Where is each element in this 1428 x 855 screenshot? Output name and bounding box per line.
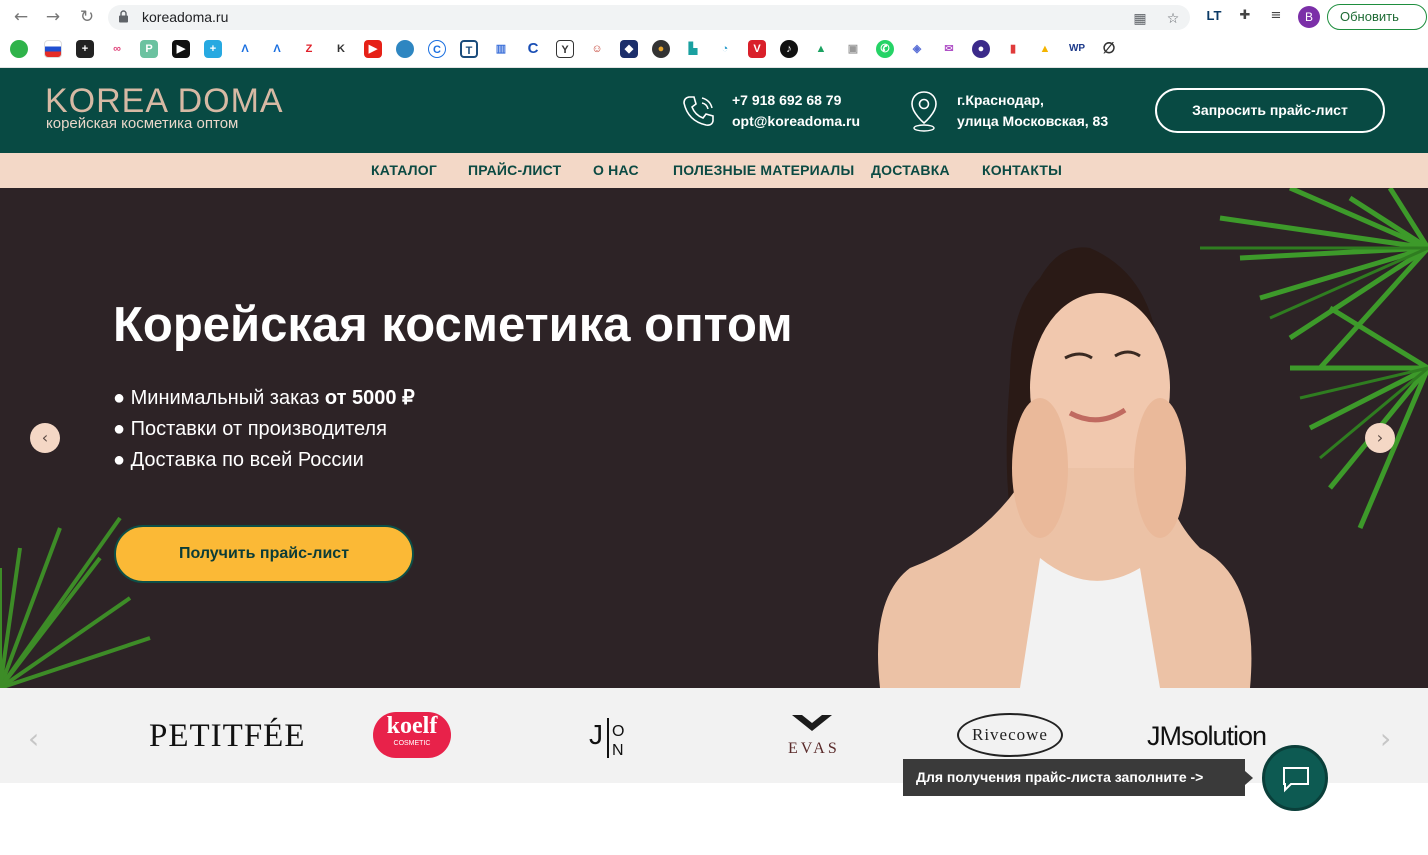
- chat-tooltip[interactable]: Для получения прайс-листа заполните ->: [903, 759, 1253, 796]
- bookmark-sber-icon[interactable]: [10, 40, 28, 58]
- bookmark-play-icon[interactable]: ▶: [172, 40, 190, 58]
- bookmark-z-icon[interactable]: Z: [300, 40, 318, 58]
- bookmark-c-icon[interactable]: C: [428, 40, 446, 58]
- model-photo-image: [878, 247, 1252, 688]
- bookmark-flag-icon[interactable]: [44, 40, 62, 58]
- bookmark-drive-icon[interactable]: ▲: [812, 40, 830, 58]
- address-bar[interactable]: koreadoma.ru ▦ ☆: [108, 5, 1190, 30]
- hero-bullet-delivery: ● Доставка по всей России: [113, 449, 364, 471]
- location-pin-icon: [911, 91, 937, 132]
- media-icon[interactable]: ≡: [1266, 6, 1286, 26]
- brand-koelf-logo[interactable]: koelf COSMETIC: [373, 712, 451, 758]
- bookmark-tiktok-icon[interactable]: ♪: [780, 40, 798, 58]
- bookmark-diamond2-icon[interactable]: ◈: [908, 40, 926, 58]
- hero-bullet-supply: ● Поставки от производителя: [113, 418, 387, 440]
- bookmark-a-icon[interactable]: Λ: [236, 40, 254, 58]
- bookmark-youtube-icon[interactable]: ▶: [364, 40, 382, 58]
- star-icon[interactable]: ☆: [1164, 10, 1182, 28]
- request-price-button[interactable]: Запросить прайс-лист: [1155, 88, 1385, 133]
- get-price-list-button[interactable]: Получить прайс-лист: [114, 525, 414, 583]
- url-text: koreadoma.ru: [142, 9, 229, 25]
- bookmark-k-icon[interactable]: K: [332, 40, 350, 58]
- brand-rivecowe-logo[interactable]: Rivecowe: [957, 713, 1063, 757]
- phone-icon: [683, 96, 714, 126]
- svg-text:N: N: [612, 742, 624, 759]
- bookmark-p-icon[interactable]: P: [140, 40, 158, 58]
- bookmark-a2-icon[interactable]: Λ: [268, 40, 286, 58]
- brands-prev-icon[interactable]: ‹: [28, 722, 39, 755]
- brand-petitfee-logo[interactable]: PETITFÉE: [149, 716, 305, 756]
- brand-jon-logo[interactable]: J O N: [585, 714, 635, 760]
- brand-koelf-sub: COSMETIC: [393, 740, 431, 747]
- bookmark-v-icon[interactable]: V: [748, 40, 766, 58]
- profile-avatar[interactable]: B: [1298, 6, 1320, 28]
- back-icon[interactable]: ←: [10, 6, 32, 28]
- menu-item-contacts[interactable]: КОНТАКТЫ: [982, 162, 1062, 178]
- menu-item-materials[interactable]: ПОЛЕЗНЫЕ МАТЕРИАЛЫ: [673, 162, 854, 178]
- bookmark-wp-icon[interactable]: WP: [1068, 40, 1086, 58]
- bookmark-diamond-icon[interactable]: ◆: [620, 40, 638, 58]
- slider-prev-icon[interactable]: ‹: [30, 423, 60, 453]
- bookmark-building-icon[interactable]: ▙: [684, 40, 702, 58]
- bookmark-person-icon[interactable]: ☺: [588, 40, 606, 58]
- evas-mark-icon: [792, 715, 832, 731]
- bookmark-t-icon[interactable]: T: [460, 40, 478, 58]
- bookmark-chart-icon[interactable]: ▥: [492, 40, 510, 58]
- menu-item-price-list[interactable]: ПРАЙС-ЛИСТ: [468, 162, 561, 178]
- brand-jmsolution-logo[interactable]: JMsolution: [1147, 718, 1267, 754]
- lock-icon: [119, 10, 128, 23]
- slider-next-icon[interactable]: ›: [1365, 423, 1395, 453]
- extension-lt-icon[interactable]: LT: [1204, 6, 1224, 26]
- bookmark-null-icon[interactable]: ∅: [1100, 40, 1118, 58]
- header-address-street: улица Московская, 83: [957, 113, 1109, 129]
- site-tagline: корейская косметика оптом: [46, 115, 239, 132]
- chat-icon: [1283, 767, 1309, 793]
- chat-widget-button[interactable]: [1262, 745, 1328, 811]
- bookmark-bars-icon[interactable]: ▮: [1004, 40, 1022, 58]
- bookmark-y-icon[interactable]: Y: [556, 40, 574, 58]
- hero-bullet-min-order: ● Минимальный заказ от 5000 ₽: [113, 385, 415, 411]
- menu-item-delivery[interactable]: ДОСТАВКА: [871, 162, 950, 178]
- update-button[interactable]: Обновить: [1327, 4, 1427, 30]
- palm-leaf-left-image: [0, 516, 151, 688]
- header-phone[interactable]: +7 918 692 68 79: [732, 90, 841, 111]
- reload-icon[interactable]: ↻: [76, 6, 98, 28]
- bookmark-round-icon[interactable]: ●: [972, 40, 990, 58]
- bookmark-mail-icon[interactable]: ✉: [940, 40, 958, 58]
- browser-toolbar: ← → ↻ koreadoma.ru ▦ ☆ LT ✚ ≡ B Обновить…: [0, 0, 1428, 68]
- brand-evas-name: EVAS: [788, 740, 840, 757]
- bookmark-cross-icon[interactable]: +: [204, 40, 222, 58]
- brand-evas-logo[interactable]: EVAS: [788, 711, 840, 759]
- bookmark-ads-icon[interactable]: ▲: [1036, 40, 1054, 58]
- svg-text:O: O: [612, 723, 624, 740]
- bookmark-globe-icon[interactable]: [396, 40, 414, 58]
- bookmark-grid-icon[interactable]: ▣: [844, 40, 862, 58]
- svg-text:J: J: [589, 719, 603, 750]
- hero-bullet-min-order-text: ● Минимальный заказ: [113, 387, 325, 409]
- forward-icon[interactable]: →: [42, 6, 64, 28]
- puzzle-icon[interactable]: ✚: [1235, 6, 1255, 26]
- bookmark-graph-icon[interactable]: ◔: [716, 40, 734, 58]
- menu-item-about[interactable]: О НАС: [593, 162, 639, 178]
- translate-icon[interactable]: ▦: [1131, 10, 1149, 28]
- header-address-city: г.Краснодар,: [957, 92, 1044, 108]
- bookmark-plus-icon[interactable]: +: [76, 40, 94, 58]
- hero-bullet-min-order-amount: от 5000 ₽: [324, 387, 415, 409]
- bookmark-infinity-icon[interactable]: ∞: [108, 40, 126, 58]
- bookmark-whatsapp-icon[interactable]: ✆: [876, 40, 894, 58]
- hero-title: Корейская косметика оптом: [113, 298, 793, 352]
- brands-next-icon[interactable]: ›: [1380, 722, 1391, 755]
- menu-item-catalog[interactable]: КАТАЛОГ: [371, 162, 437, 178]
- bookmark-c2-icon[interactable]: C: [524, 40, 542, 58]
- bookmark-circle-icon[interactable]: ●: [652, 40, 670, 58]
- brand-koelf-name: koelf: [386, 713, 438, 739]
- header-email[interactable]: opt@koreadoma.ru: [732, 111, 860, 132]
- jon-mark-icon: J O N: [589, 718, 624, 759]
